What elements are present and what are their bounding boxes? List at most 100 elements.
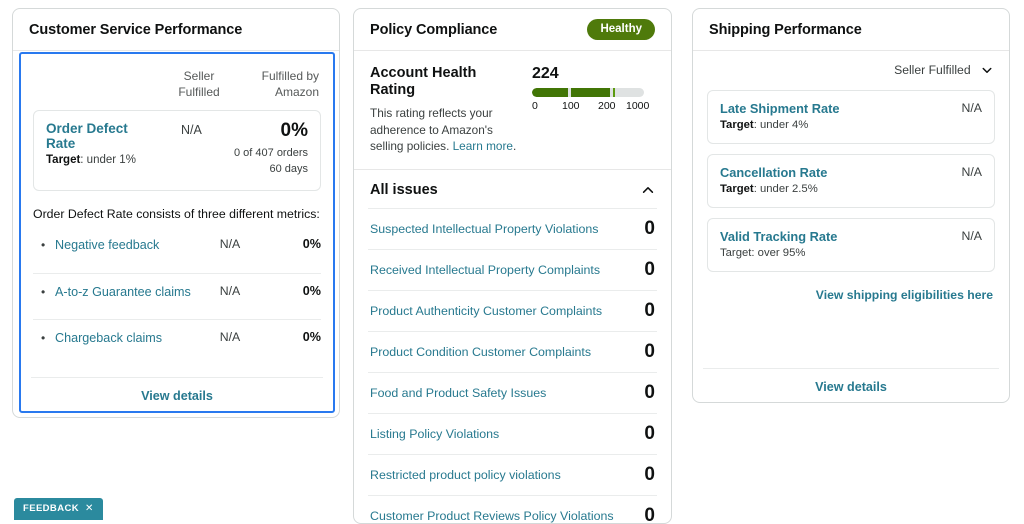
issue-count: 0 [644,464,655,486]
metric-fba-value: 0% [302,330,321,345]
bullet-icon: • [41,238,46,253]
meter-segment-1 [532,87,568,97]
shipping-metric-info: Late Shipment Rate Target: under 4% [720,101,942,131]
list-item: • Chargeback claims N/A 0% [33,319,321,365]
issue-count: 0 [644,259,655,281]
issue-link-restricted-product-violations[interactable]: Restricted product policy violations [370,467,625,484]
feedback-tab[interactable]: FEEDBACK ✕ [14,498,103,520]
late-shipment-rate-value: N/A [961,101,983,115]
bullet-icon: • [41,285,46,300]
shipping-performance-header: Shipping Performance [693,9,1009,51]
shipping-metric-info: Cancellation Rate Target: under 2.5% [720,165,942,195]
view-details-link[interactable]: View details [141,389,213,403]
issue-count: 0 [644,382,655,404]
issue-link-received-ip-complaints[interactable]: Received Intellectual Property Complaint… [370,262,625,279]
list-item: Received Intellectual Property Complaint… [368,249,657,290]
customer-service-performance-panel: Customer Service Performance Seller Fulf… [12,8,340,418]
order-defect-rate-period: 60 days [269,163,308,176]
scale-tick-1000: 1000 [626,99,650,112]
chevron-up-icon[interactable] [641,183,655,197]
order-defect-rate-link[interactable]: Order Defect Rate [46,121,160,151]
late-shipment-rate-link[interactable]: Late Shipment Rate [720,101,942,116]
learn-more-link[interactable]: Learn more [453,139,513,153]
target-value: : under 1% [80,154,136,167]
issue-count: 0 [644,505,655,524]
account-health-rating-score: 224 [532,65,559,82]
all-issues-header[interactable]: All issues [354,170,671,208]
order-defect-rate-orders-count: 0 of 407 orders [234,147,308,160]
meter-marker [613,87,615,97]
customer-service-performance-header: Customer Service Performance [13,9,339,51]
list-item: Food and Product Safety Issues 0 [368,372,657,413]
cancellation-rate-link[interactable]: Cancellation Rate [720,165,942,180]
chevron-down-icon[interactable] [979,64,993,78]
shipping-metric-card-late-shipment-rate: Late Shipment Rate Target: under 4% N/A [707,90,995,144]
order-defect-rate-info: Order Defect Rate Target: under 1% [46,121,160,166]
scale-tick-200: 200 [598,99,616,112]
issue-count: 0 [644,341,655,363]
target-label: Target [46,154,81,167]
order-defect-rate-fba-block: 0% 0 of 407 orders 60 days [222,121,308,178]
order-defect-rate-description: Order Defect Rate consists of three diff… [33,207,320,222]
target-value: : under 4% [753,119,809,131]
column-header-seller-fulfilled: Seller Fulfilled [178,69,220,100]
order-defect-rate-target: Target: under 1% [46,154,160,166]
policy-compliance-panel: Policy Compliance Healthy Account Health… [353,8,672,524]
account-health-rating-meter-block: 224 0 100 200 1000 [522,65,655,155]
list-item: Customer Product Reviews Policy Violatio… [368,495,657,524]
policy-compliance-header: Policy Compliance Healthy [354,9,671,51]
metric-chargeback-claims-link[interactable]: Chargeback claims [55,330,199,347]
issue-link-product-condition-complaints[interactable]: Product Condition Customer Complaints [370,344,625,361]
account-health-rating-scale: 0 100 200 1000 [532,100,650,112]
status-badge: Healthy [587,18,655,41]
valid-tracking-rate-link[interactable]: Valid Tracking Rate [720,229,942,244]
issue-link-food-product-safety[interactable]: Food and Product Safety Issues [370,385,625,402]
account-health-rating-description: This rating reflects your adherence to A… [370,105,522,155]
fulfillment-filter-dropdown[interactable]: Seller Fulfilled [693,51,1009,86]
account-health-rating-title: Account Health Rating [370,65,477,99]
all-issues-title: All issues [370,182,438,199]
target-label: Target [720,247,752,259]
list-item: Product Condition Customer Complaints 0 [368,331,657,372]
metric-fba-value: 0% [302,284,321,299]
list-item: • A-to-z Guarantee claims N/A 0% [33,273,321,319]
issue-count: 0 [644,423,655,445]
metric-fba-value: 0% [302,237,321,252]
order-defect-rate-card: Order Defect Rate Target: under 1% N/A 0… [33,110,321,192]
late-shipment-rate-target: Target: under 4% [720,119,942,131]
feedback-label: FEEDBACK [23,503,79,514]
list-item: Product Authenticity Customer Complaints… [368,290,657,331]
metric-a-to-z-guarantee-claims-link[interactable]: A-to-z Guarantee claims [55,284,199,301]
shipping-view-details: View details [703,368,999,394]
scale-tick-100: 100 [562,99,580,112]
order-defect-rate-focus-region[interactable]: Seller Fulfilled Fulfilled by Amazon Ord… [19,52,335,413]
metric-seller-value: N/A [219,237,241,252]
fulfillment-filter-label: Seller Fulfilled [894,63,971,77]
order-defect-rate-metric-list: • Negative feedback N/A 0% • A-to-z Guar… [33,227,321,365]
customer-service-view-details: View details [31,377,323,403]
view-details-link[interactable]: View details [815,380,887,394]
issue-count: 0 [644,300,655,322]
shipping-metric-info: Valid Tracking Rate Target: over 95% [720,229,942,259]
metric-negative-feedback-link[interactable]: Negative feedback [55,237,199,254]
list-item: Listing Policy Violations 0 [368,413,657,454]
issue-link-listing-policy-violations[interactable]: Listing Policy Violations [370,426,625,443]
view-shipping-eligibilities-link[interactable]: View shipping eligibilities here [816,288,993,302]
target-label: Target [720,183,754,195]
page-title: Customer Service Performance [29,21,243,38]
scale-tick-0: 0 [532,99,538,112]
fulfillment-column-headers: Seller Fulfilled Fulfilled by Amazon [21,54,333,106]
order-defect-rate-seller-value: N/A [180,123,202,138]
account-health-dashboard: Customer Service Performance Seller Fulf… [0,0,1024,524]
shipping-performance-panel: Shipping Performance Seller Fulfilled La… [692,8,1010,403]
issue-count: 0 [644,218,655,240]
issue-link-product-authenticity-complaints[interactable]: Product Authenticity Customer Complaints [370,303,625,320]
issue-link-suspected-ip-violations[interactable]: Suspected Intellectual Property Violatio… [370,221,625,238]
policy-compliance-title: Policy Compliance [370,21,498,38]
valid-tracking-rate-target: Target: over 95% [720,247,942,259]
cancellation-rate-target: Target: under 2.5% [720,183,942,195]
close-icon[interactable]: ✕ [85,503,94,514]
shipping-metric-card-valid-tracking-rate: Valid Tracking Rate Target: over 95% N/A [707,218,995,272]
target-value: : over 95% [751,247,806,259]
